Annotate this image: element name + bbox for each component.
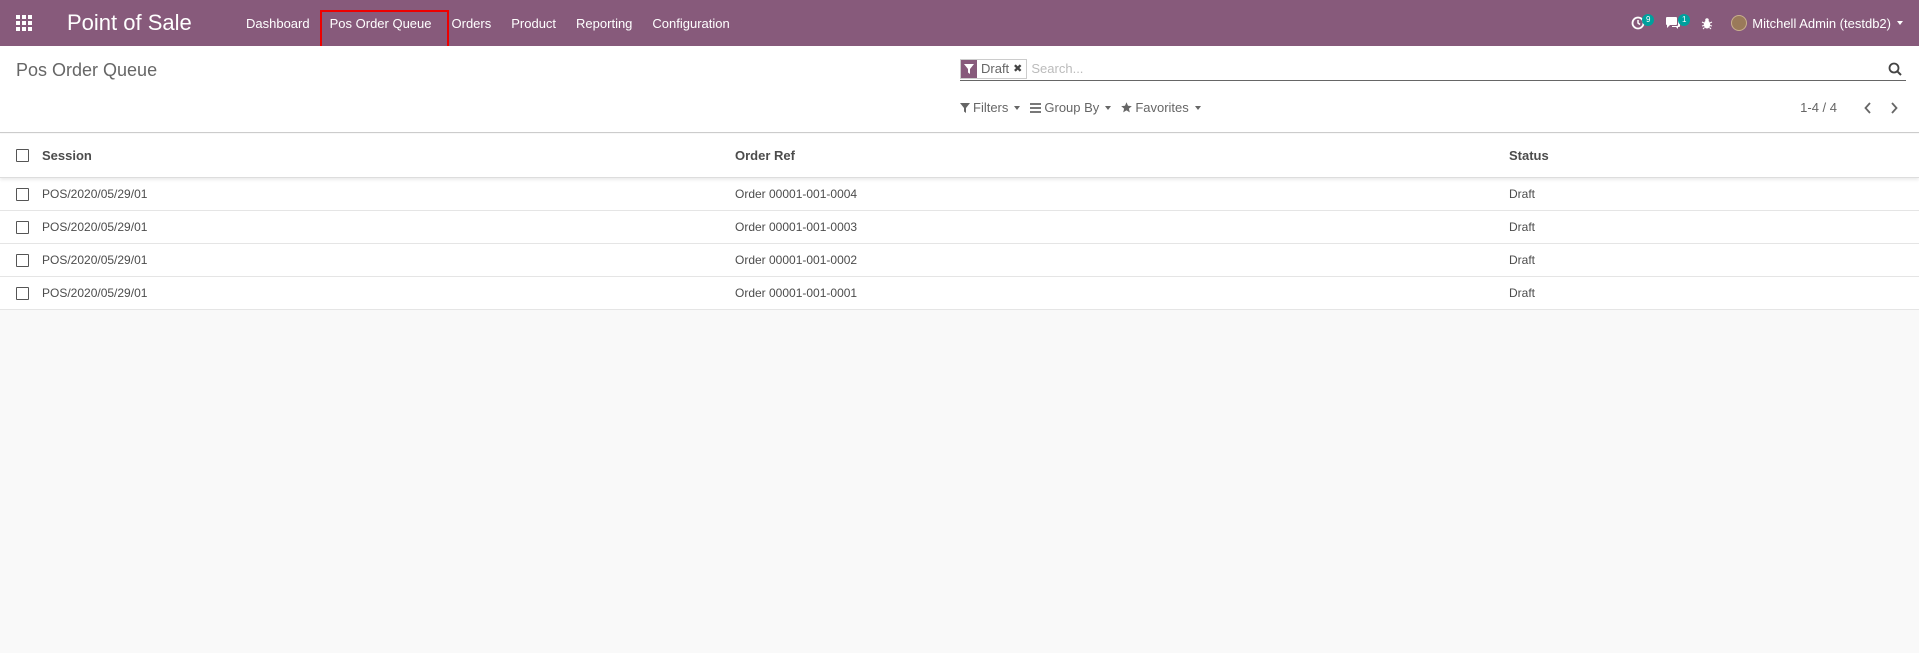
- search-icon: [1888, 62, 1902, 76]
- messages-button[interactable]: 1: [1655, 0, 1691, 46]
- avatar: [1731, 15, 1748, 31]
- app-switcher-button[interactable]: [0, 0, 48, 46]
- menu-item-pos-order-queue[interactable]: Pos Order Queue: [320, 0, 442, 46]
- row-checkbox[interactable]: [15, 286, 29, 300]
- column-header-order-ref[interactable]: Order Ref: [735, 148, 1509, 163]
- order-ref-cell: Order 00001-001-0001: [735, 286, 858, 300]
- bars-icon: [1030, 102, 1042, 113]
- session-cell: POS/2020/05/29/01: [42, 253, 148, 267]
- table-row[interactable]: POS/2020/05/29/01 Order 00001-001-0004 D…: [0, 178, 1919, 211]
- order-ref-cell: Order 00001-001-0002: [735, 253, 858, 267]
- row-checkbox[interactable]: [15, 187, 29, 201]
- select-all-cell: [0, 149, 42, 162]
- user-name: Mitchell Admin (testdb2): [1752, 15, 1891, 31]
- row-select-cell: [0, 220, 42, 234]
- caret-down-icon: [1897, 21, 1903, 25]
- chevron-left-icon[interactable]: [1859, 101, 1877, 114]
- menu-item-dashboard[interactable]: Dashboard: [237, 0, 320, 46]
- table-row[interactable]: POS/2020/05/29/01 Order 00001-001-0002 D…: [0, 244, 1919, 277]
- filters-label: Filters: [973, 100, 1009, 115]
- top-navbar: Point of Sale Dashboard Pos Order Queue …: [0, 0, 1919, 46]
- activity-button[interactable]: 9: [1621, 0, 1655, 46]
- menu-item-orders[interactable]: Orders: [442, 0, 502, 46]
- status-cell: Draft: [1509, 187, 1536, 201]
- search-bar: Draft ✖: [960, 57, 1906, 81]
- user-menu[interactable]: Mitchell Admin (testdb2): [1723, 0, 1919, 46]
- column-header-session[interactable]: Session: [42, 148, 735, 163]
- filter-icon: [960, 102, 970, 113]
- control-panel: Pos Order Queue Draft ✖ Filters: [0, 46, 1919, 133]
- filter-icon: [961, 59, 977, 78]
- favorites-button[interactable]: Favorites: [1121, 100, 1201, 115]
- status-cell: Draft: [1509, 253, 1536, 267]
- pager-value[interactable]: 1-4 / 4: [1800, 100, 1837, 115]
- search-facet[interactable]: Draft ✖: [960, 58, 1028, 79]
- list-view: Session Order Ref Status POS/2020/05/29/…: [0, 134, 1919, 310]
- session-cell: POS/2020/05/29/01: [42, 187, 148, 201]
- debug-button[interactable]: [1691, 0, 1723, 46]
- table-row[interactable]: POS/2020/05/29/01 Order 00001-001-0001 D…: [0, 277, 1919, 310]
- star-icon: [1121, 102, 1133, 113]
- chevron-right-icon[interactable]: [1885, 101, 1903, 114]
- select-all-checkbox[interactable]: [15, 149, 29, 162]
- search-options: Filters Group By Favorites: [960, 100, 1211, 115]
- app-title[interactable]: Point of Sale: [67, 10, 237, 36]
- caret-down-icon: [1105, 105, 1112, 110]
- order-ref-cell: Order 00001-001-0004: [735, 187, 858, 201]
- session-cell: POS/2020/05/29/01: [42, 286, 148, 300]
- session-cell: POS/2020/05/29/01: [42, 220, 148, 234]
- bug-icon: [1702, 17, 1713, 29]
- row-checkbox[interactable]: [15, 220, 29, 234]
- order-ref-cell: Order 00001-001-0003: [735, 220, 858, 234]
- apps-grid-icon: [16, 15, 32, 31]
- messages-count-badge: 1: [1678, 14, 1691, 26]
- caret-down-icon: [1014, 105, 1021, 110]
- table-row[interactable]: POS/2020/05/29/01 Order 00001-001-0003 D…: [0, 211, 1919, 244]
- breadcrumb: Pos Order Queue: [16, 60, 158, 80]
- search-input[interactable]: [1031, 61, 1884, 76]
- activity-count-badge: 9: [1642, 14, 1655, 26]
- search-button[interactable]: [1884, 58, 1906, 80]
- systray: 9 1 Mitchell Admin (testdb2): [1621, 0, 1919, 46]
- row-checkbox[interactable]: [15, 253, 29, 267]
- menu-item-configuration[interactable]: Configuration: [642, 0, 739, 46]
- facet-label: Draft: [981, 61, 1010, 76]
- column-header-status[interactable]: Status: [1509, 148, 1919, 163]
- caret-down-icon: [1194, 105, 1201, 110]
- close-icon[interactable]: ✖: [1013, 62, 1026, 75]
- favorites-label: Favorites: [1135, 100, 1189, 115]
- row-select-cell: [0, 286, 42, 300]
- row-select-cell: [0, 253, 42, 267]
- pager: 1-4 / 4: [1800, 100, 1903, 115]
- menu-item-reporting[interactable]: Reporting: [566, 0, 642, 46]
- status-cell: Draft: [1509, 220, 1536, 234]
- menu-item-product[interactable]: Product: [501, 0, 566, 46]
- status-cell: Draft: [1509, 286, 1536, 300]
- table-header: Session Order Ref Status: [0, 134, 1919, 178]
- main-menu: Dashboard Pos Order Queue Orders Product…: [237, 0, 740, 46]
- filters-button[interactable]: Filters: [960, 100, 1021, 115]
- row-select-cell: [0, 187, 42, 201]
- group-by-button[interactable]: Group By: [1030, 100, 1112, 115]
- group-by-label: Group By: [1044, 100, 1100, 115]
